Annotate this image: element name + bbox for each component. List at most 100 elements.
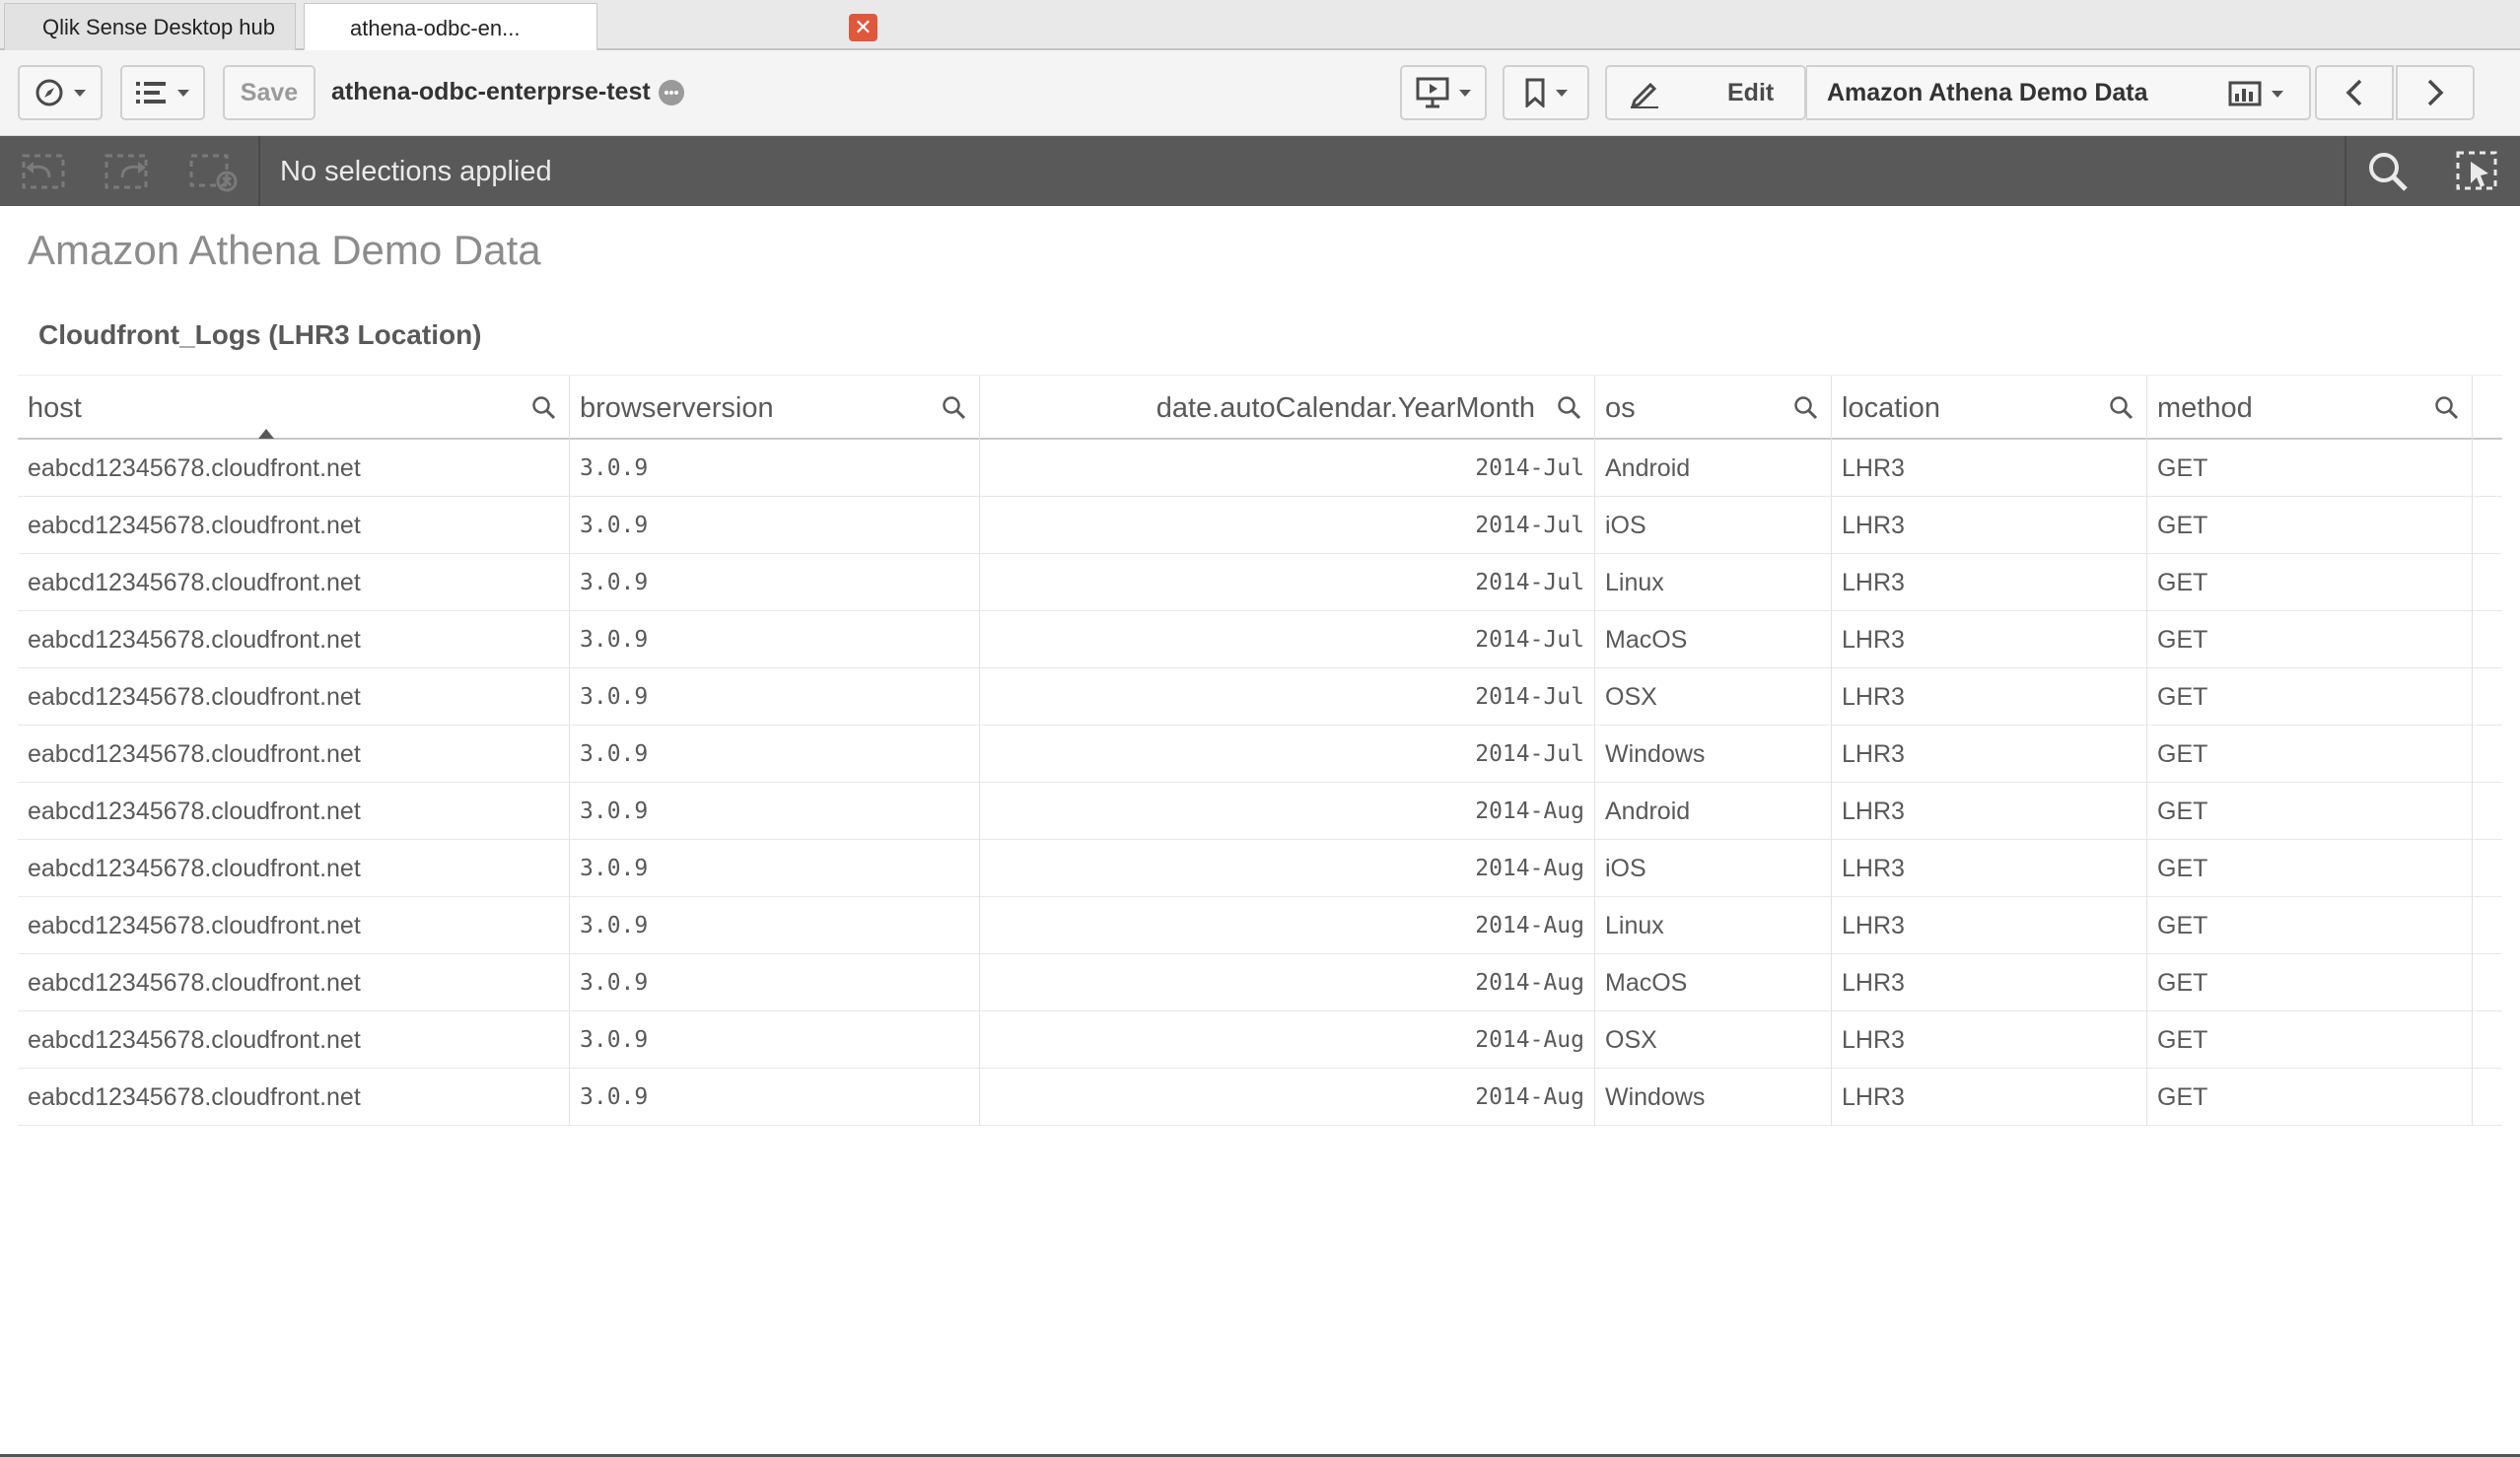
table-row[interactable]: eabcd12345678.cloudfront.net 3.0.9 2014-Au…	[18, 783, 2502, 840]
search-icon[interactable]	[1782, 395, 1831, 421]
cell-host[interactable]: eabcd12345678.cloudfront.net	[18, 497, 570, 554]
search-icon[interactable]	[520, 395, 569, 421]
cell-host[interactable]: eabcd12345678.cloudfront.net	[18, 668, 570, 726]
save-button[interactable]: Save	[223, 65, 315, 120]
cell-host[interactable]: eabcd12345678.cloudfront.net	[18, 954, 570, 1011]
cell-yearmonth[interactable]: 2014-Jul	[980, 554, 1595, 611]
cell-yearmonth[interactable]: 2014-Aug	[980, 897, 1595, 954]
story-menu-button[interactable]	[1400, 65, 1487, 120]
cell-os[interactable]: iOS	[1595, 840, 1832, 897]
close-icon[interactable]: ✕	[849, 14, 877, 41]
cell-method[interactable]: GET	[2147, 554, 2473, 611]
cell-browserversion[interactable]: 3.0.9	[570, 1069, 980, 1126]
global-menu-button[interactable]	[120, 65, 205, 120]
cell-os[interactable]: OSX	[1595, 668, 1832, 726]
sheet-selector[interactable]: Amazon Athena Demo Data	[1806, 65, 2311, 120]
cell-location[interactable]: LHR3	[1832, 1069, 2147, 1126]
cell-browserversion[interactable]: 3.0.9	[570, 840, 980, 897]
cell-location[interactable]: LHR3	[1832, 497, 2147, 554]
navigation-menu-button[interactable]	[18, 65, 103, 120]
column-header-browserversion[interactable]: browserversion	[570, 376, 980, 441]
cell-browserversion[interactable]: 3.0.9	[570, 897, 980, 954]
column-header-host[interactable]: host	[18, 376, 570, 441]
cell-yearmonth[interactable]: 2014-Jul	[980, 440, 1595, 497]
cell-host[interactable]: eabcd12345678.cloudfront.net	[18, 783, 570, 840]
table-row[interactable]: eabcd12345678.cloudfront.net 3.0.9 2014-Au…	[18, 1069, 2502, 1126]
cell-host[interactable]: eabcd12345678.cloudfront.net	[18, 1069, 570, 1126]
lasso-select-icon[interactable]	[2455, 150, 2500, 198]
search-icon[interactable]	[930, 395, 979, 421]
cell-browserversion[interactable]: 3.0.9	[570, 497, 980, 554]
cell-browserversion[interactable]: 3.0.9	[570, 668, 980, 726]
table-row[interactable]: eabcd12345678.cloudfront.net 3.0.9 2014-Ju…	[18, 611, 2502, 668]
cell-yearmonth[interactable]: 2014-Jul	[980, 726, 1595, 783]
column-header-os[interactable]: os	[1595, 376, 1832, 441]
cell-os[interactable]: MacOS	[1595, 611, 1832, 668]
bookmarks-button[interactable]	[1503, 65, 1589, 120]
cell-method[interactable]: GET	[2147, 726, 2473, 783]
cell-browserversion[interactable]: 3.0.9	[570, 954, 980, 1011]
cell-location[interactable]: LHR3	[1832, 1011, 2147, 1069]
table-row[interactable]: eabcd12345678.cloudfront.net 3.0.9 2014-Au…	[18, 897, 2502, 954]
column-header-yearmonth[interactable]: date.autoCalendar.YearMonth	[980, 376, 1595, 441]
cell-os[interactable]: Linux	[1595, 554, 1832, 611]
table-row[interactable]: eabcd12345678.cloudfront.net 3.0.9 2014-Ju…	[18, 554, 2502, 611]
cell-location[interactable]: LHR3	[1832, 783, 2147, 840]
cell-yearmonth[interactable]: 2014-Aug	[980, 1069, 1595, 1126]
table-row[interactable]: eabcd12345678.cloudfront.net 3.0.9 2014-Ju…	[18, 497, 2502, 554]
cell-os[interactable]: MacOS	[1595, 954, 1832, 1011]
cell-browserversion[interactable]: 3.0.9	[570, 554, 980, 611]
cell-location[interactable]: LHR3	[1832, 897, 2147, 954]
cell-host[interactable]: eabcd12345678.cloudfront.net	[18, 440, 570, 497]
column-header-method[interactable]: method	[2147, 376, 2473, 441]
cell-browserversion[interactable]: 3.0.9	[570, 611, 980, 668]
cell-method[interactable]: GET	[2147, 611, 2473, 668]
cell-location[interactable]: LHR3	[1832, 954, 2147, 1011]
cell-os[interactable]: OSX	[1595, 1011, 1832, 1069]
info-icon[interactable]	[658, 79, 684, 105]
cell-yearmonth[interactable]: 2014-Aug	[980, 783, 1595, 840]
cell-method[interactable]: GET	[2147, 1069, 2473, 1126]
step-back-icon[interactable]	[20, 152, 69, 196]
cell-method[interactable]: GET	[2147, 897, 2473, 954]
column-header-location[interactable]: location	[1832, 376, 2147, 441]
cell-location[interactable]: LHR3	[1832, 726, 2147, 783]
cell-host[interactable]: eabcd12345678.cloudfront.net	[18, 726, 570, 783]
cell-yearmonth[interactable]: 2014-Jul	[980, 668, 1595, 726]
cell-method[interactable]: GET	[2147, 668, 2473, 726]
cell-host[interactable]: eabcd12345678.cloudfront.net	[18, 554, 570, 611]
cell-location[interactable]: LHR3	[1832, 611, 2147, 668]
cell-os[interactable]: Windows	[1595, 1069, 1832, 1126]
cell-location[interactable]: LHR3	[1832, 840, 2147, 897]
cell-method[interactable]: GET	[2147, 440, 2473, 497]
cell-browserversion[interactable]: 3.0.9	[570, 726, 980, 783]
cell-location[interactable]: LHR3	[1832, 668, 2147, 726]
cell-os[interactable]: Windows	[1595, 726, 1832, 783]
table-row[interactable]: eabcd12345678.cloudfront.net 3.0.9 2014-Au…	[18, 840, 2502, 897]
tab-hub[interactable]: Qlik Sense Desktop hub	[4, 3, 296, 50]
table-row[interactable]: eabcd12345678.cloudfront.net 3.0.9 2014-Au…	[18, 1011, 2502, 1069]
cell-yearmonth[interactable]: 2014-Aug	[980, 840, 1595, 897]
edit-button[interactable]: Edit	[1605, 65, 1806, 120]
clear-selections-icon[interactable]	[187, 152, 243, 198]
step-forward-icon[interactable]	[103, 152, 152, 196]
cell-method[interactable]: GET	[2147, 1011, 2473, 1069]
cell-browserversion[interactable]: 3.0.9	[570, 440, 980, 497]
cell-method[interactable]: GET	[2147, 954, 2473, 1011]
cell-browserversion[interactable]: 3.0.9	[570, 1011, 980, 1069]
cell-host[interactable]: eabcd12345678.cloudfront.net	[18, 840, 570, 897]
table-row[interactable]: eabcd12345678.cloudfront.net 3.0.9 2014-Ju…	[18, 726, 2502, 783]
table-row[interactable]: eabcd12345678.cloudfront.net 3.0.9 2014-Ju…	[18, 440, 2502, 497]
next-sheet-button[interactable]	[2396, 65, 2475, 120]
cell-os[interactable]: Android	[1595, 440, 1832, 497]
search-icon[interactable]	[2422, 395, 2472, 421]
cell-method[interactable]: GET	[2147, 783, 2473, 840]
search-icon[interactable]	[1545, 395, 1594, 421]
search-icon[interactable]	[2097, 395, 2146, 421]
cell-method[interactable]: GET	[2147, 840, 2473, 897]
cell-location[interactable]: LHR3	[1832, 440, 2147, 497]
tab-app[interactable]: athena-odbc-en... ✕	[304, 3, 877, 52]
cell-yearmonth[interactable]: 2014-Aug	[980, 1011, 1595, 1069]
table-row[interactable]: eabcd12345678.cloudfront.net 3.0.9 2014-Au…	[18, 954, 2502, 1011]
cell-yearmonth[interactable]: 2014-Jul	[980, 497, 1595, 554]
